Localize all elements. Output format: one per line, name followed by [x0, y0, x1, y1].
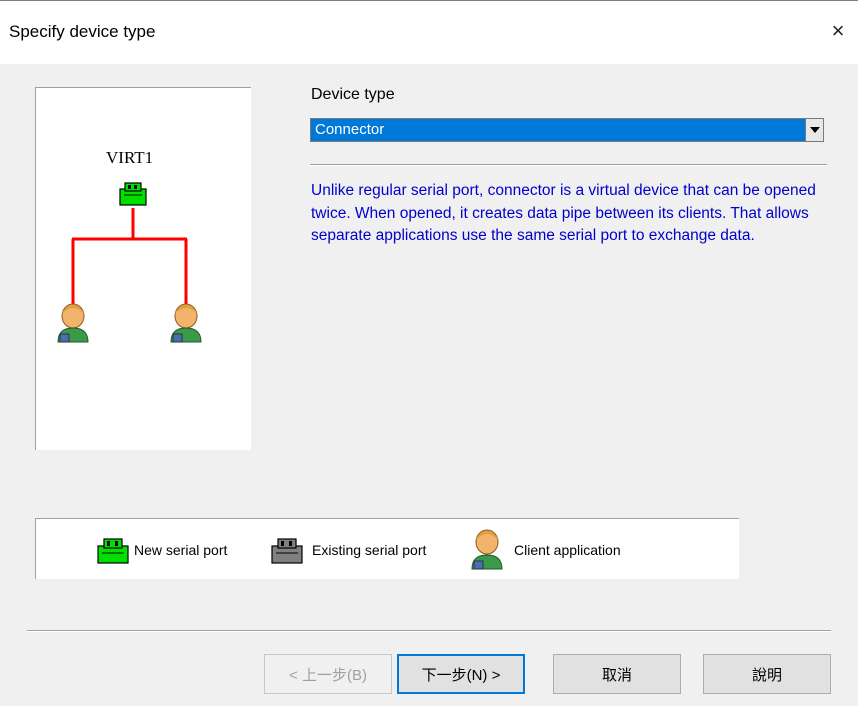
device-type-description: Unlike regular serial port, connector is…: [311, 182, 816, 244]
serial-port-new-icon: [97, 537, 129, 564]
back-button[interactable]: < 上一步(B): [264, 654, 392, 694]
legend-label-existing-port: Existing serial port: [312, 541, 427, 558]
device-type-selected-value: Connector: [315, 121, 385, 138]
cancel-button[interactable]: 取消: [553, 654, 681, 694]
legend-item-client-app: Client application: [468, 519, 621, 580]
legend-label-client-app: Client application: [514, 541, 621, 558]
next-button[interactable]: 下一步(N) >: [397, 654, 525, 694]
connection-lines: [71, 208, 188, 304]
client-application-icon: [170, 303, 202, 343]
device-preview-panel: VIRT1: [35, 87, 251, 450]
separator: [310, 164, 827, 166]
help-button[interactable]: 說明: [703, 654, 831, 694]
legend-panel: New serial port Existing serial port Cli…: [35, 518, 739, 579]
dropdown-arrow-button[interactable]: [805, 119, 823, 141]
serial-port-existing-icon: [271, 537, 303, 564]
title-bar: Specify device type ×: [0, 0, 858, 64]
serial-port-new-icon: [119, 182, 147, 206]
chevron-down-icon: [809, 127, 820, 133]
legend-item-new-port: New serial port: [96, 519, 227, 580]
close-icon: ×: [831, 18, 845, 43]
device-type-select[interactable]: Connector: [310, 118, 824, 142]
client-application-icon: [57, 303, 89, 343]
topology-diagram: [57, 182, 202, 343]
close-button[interactable]: ×: [818, 13, 858, 49]
window-title: Specify device type: [9, 22, 156, 41]
device-type-label: Device type: [311, 86, 395, 103]
client-application-icon: [471, 529, 503, 569]
legend-label-new-port: New serial port: [134, 541, 228, 558]
legend-item-existing-port: Existing serial port: [270, 519, 426, 580]
footer-separator: [27, 630, 831, 632]
